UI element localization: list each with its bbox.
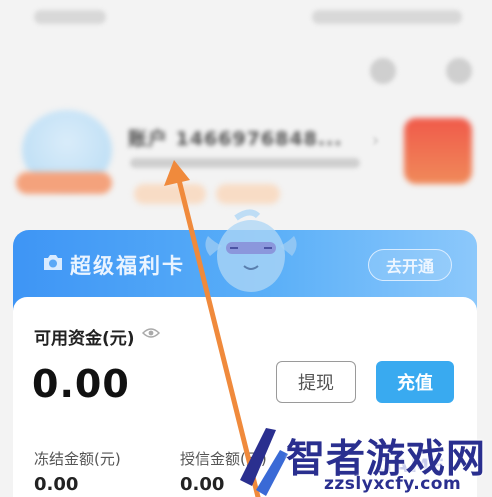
vip-thumbnail[interactable] — [404, 118, 472, 184]
mascot-icon — [205, 209, 297, 292]
frozen-amount-value: 0.00 — [34, 474, 79, 495]
watermark-logo-icon — [240, 428, 288, 496]
withdraw-button[interactable]: 提现 — [276, 361, 356, 403]
available-funds-amount: 0.00 — [32, 362, 130, 406]
profile-subtitle — [130, 158, 360, 168]
banner-title: 超级福利卡 — [70, 254, 185, 278]
status-bar-indicators — [312, 10, 462, 24]
profile-name[interactable]: 账户 1466976848... — [128, 124, 342, 151]
open-button[interactable]: 去开通 — [368, 249, 452, 281]
available-funds-label: 可用资金(元) — [34, 329, 135, 349]
recharge-button[interactable]: 充值 — [376, 361, 454, 403]
profile-badge — [134, 184, 206, 204]
chevron-right-icon[interactable]: › — [372, 130, 379, 151]
profile-badge — [216, 184, 280, 204]
eye-icon[interactable] — [142, 326, 160, 340]
status-bar-time — [34, 10, 106, 24]
watermark-url: zzslyxcfy.com — [324, 474, 462, 494]
credit-amount-value: 0.00 — [180, 474, 225, 495]
avatar-tag — [16, 172, 112, 194]
frozen-amount-label: 冻结金额(元) — [34, 450, 121, 468]
camera-icon — [44, 255, 62, 270]
settings-icon[interactable] — [370, 58, 396, 84]
message-icon[interactable] — [446, 58, 472, 84]
